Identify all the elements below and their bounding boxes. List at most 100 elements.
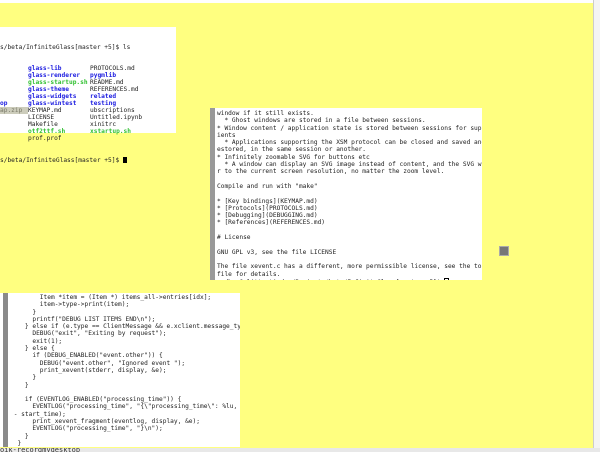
text-line: } (10, 381, 29, 389)
cursor-icon (444, 277, 450, 280)
ls-row: glass-lib PROTOCOLS.md (0, 65, 176, 72)
text-line: * [References](REFERENCES.md) (217, 219, 326, 227)
text-line: exit(1); (10, 337, 63, 345)
file-name: ap.zip (0, 107, 28, 115)
text-line: The file xevent.c has a different, more … (217, 263, 482, 271)
text-line: DEBUG("exit", "Exiting by request"); (10, 330, 167, 338)
text-line: print_xevent(stderr, display, &e); (10, 366, 167, 374)
text-line: file for details. (217, 270, 281, 278)
text-line (217, 227, 482, 234)
file-name: xinitrc (90, 121, 117, 129)
file-name: glass-startup.sh (28, 79, 88, 87)
text-line (217, 256, 482, 263)
text-line: } else if (e.type == ClientMessage && e.… (24, 323, 240, 331)
text-line: * Window content / application state is … (217, 124, 482, 132)
terminal-window-ls[interactable]: s/beta/InfiniteGlass[master +5]$ ls glas… (0, 27, 176, 164)
text-line: * Ghost windows are stored in a file bet… (217, 117, 426, 125)
bottom-window-strip: oik-recordmydesktop (0, 448, 600, 452)
file-name: glass-renderer (28, 72, 81, 80)
file-name (0, 86, 28, 93)
file-name (0, 72, 28, 79)
file-name: glass-wintest (28, 100, 77, 108)
window-handle-icon[interactable] (499, 246, 509, 256)
text-line: EVENTLOG("processing_time", "{\"processi… (32, 403, 238, 411)
text-line: } (10, 308, 37, 316)
file-name (0, 65, 28, 72)
text-line: # License (217, 234, 251, 242)
file-name: otf2ttf.sh (28, 128, 66, 136)
text-line: if (DEBUG_ENABLED("event.other")) { (10, 352, 163, 360)
text-line: ients (217, 131, 236, 139)
prompt-text: s/beta/InfiniteGlass[master +5]$ ls (0, 43, 131, 51)
text-line: DEBUG("event.other", "Ignored event "); (10, 359, 186, 367)
scrollbar[interactable] (210, 108, 215, 280)
file-name: LICENSE (28, 114, 55, 122)
terminal-window-readme[interactable]: window if it still exists. * Ghost windo… (210, 108, 482, 280)
text-line: print_xevent_fragment(eventlog, display,… (10, 418, 200, 426)
file-name (0, 79, 28, 86)
bottom-strip-text: oik-recordmydesktop (0, 448, 81, 452)
file-name: KEYMAP.md (28, 107, 62, 115)
file-name: glass-lib (28, 65, 62, 73)
text-line (217, 176, 482, 183)
ls-row: LICENSE Untitled.ipynb (0, 114, 176, 121)
text-line: } (10, 432, 29, 440)
text-line (217, 241, 482, 248)
file-name (0, 121, 28, 128)
ls-row: glass-startup.sh README.md (0, 79, 176, 86)
text-line: * [Key bindings](KEYMAP.md) (217, 197, 318, 205)
text-line: window if it still exists. (217, 110, 314, 117)
file-name (0, 128, 28, 135)
text-line: * A window can display an SVG image inst… (224, 161, 482, 169)
text-line: if (EVENTLOG_ENABLED("processing_time"))… (10, 396, 182, 404)
text-line: } (10, 439, 22, 447)
cursor-icon (122, 156, 127, 163)
text-line: * [Protocols](PROTOCOLS.md) (217, 204, 318, 212)
ls-row: prof.prof (0, 135, 176, 142)
terminal-line: s/beta/InfiniteGlass[master +5]$ ls (0, 44, 176, 51)
file-name: REFERENCES.md (90, 86, 139, 94)
file-name: testing (90, 100, 117, 108)
ls-row: otf2ttf.sh xstartup.sh (0, 128, 176, 135)
scrollbar[interactable] (3, 293, 8, 447)
ls-row: glass-widgets related (0, 93, 176, 100)
editor-window-code[interactable]: Item *item = (Item *) items_all->entries… (0, 293, 240, 447)
text-line: * Infinitely zoomable SVG for buttons et… (217, 153, 370, 161)
ls-row: glass-theme REFERENCES.md (0, 86, 176, 93)
text-line: - start_time); (10, 410, 66, 418)
text-line: estored, in the same session or another. (217, 146, 367, 154)
text-line: item->type->print(item); (10, 301, 130, 309)
file-name (0, 114, 28, 121)
right-edge-window (593, 0, 600, 452)
text-line: Item *item = (Item *) items_all->entries… (10, 294, 212, 301)
text-line (10, 389, 240, 396)
file-name (0, 93, 28, 100)
file-name: Makefile (28, 121, 58, 129)
file-name: op (0, 100, 8, 108)
prompt-text: s/beta/InfiniteGlass[master +5]$ (0, 156, 123, 164)
file-name: README.md (90, 79, 124, 87)
text-line: Compile and run with "make" (217, 182, 318, 190)
text-line (217, 190, 482, 197)
prompt-text: redhog@glittertind:~/Projects/beta/Infin… (217, 279, 444, 280)
file-name: Untitled.ipynb (90, 114, 143, 122)
text-line: EVENTLOG("processing_time", "}\n"); (10, 425, 163, 433)
text-line: * [Debugging](DEBUGGING.md) (217, 212, 318, 220)
file-name: xstartup.sh (90, 128, 131, 136)
ls-row: glass-renderer pygmlib (0, 72, 176, 79)
text-line: } (10, 374, 37, 382)
file-name: pygmlib (90, 72, 117, 80)
ls-row: ap.zip KEYMAP.md ubscriptions (0, 107, 176, 115)
file-name: ubscriptions (90, 107, 135, 115)
ls-row: op glass-wintest testing (0, 100, 176, 107)
text-line: * Applications supporting the XSM protoc… (224, 139, 482, 147)
prompt-line: redhog@glittertind:~/Projects/beta/Infin… (217, 277, 482, 280)
text-line: } else { (10, 345, 55, 353)
file-name: prof.prof (28, 135, 62, 143)
file-name (0, 135, 28, 142)
terminal-line: s/beta/InfiniteGlass[master +5]$ (0, 156, 176, 165)
text-line: GNU GPL v3, see the file LICENSE (217, 248, 337, 256)
ls-row: Makefile xinitrc (0, 121, 176, 128)
text-line: printf("DEBUG LIST ITEMS END\n"); (10, 315, 156, 323)
text-line: r to the current screen resolution, no m… (217, 168, 445, 176)
